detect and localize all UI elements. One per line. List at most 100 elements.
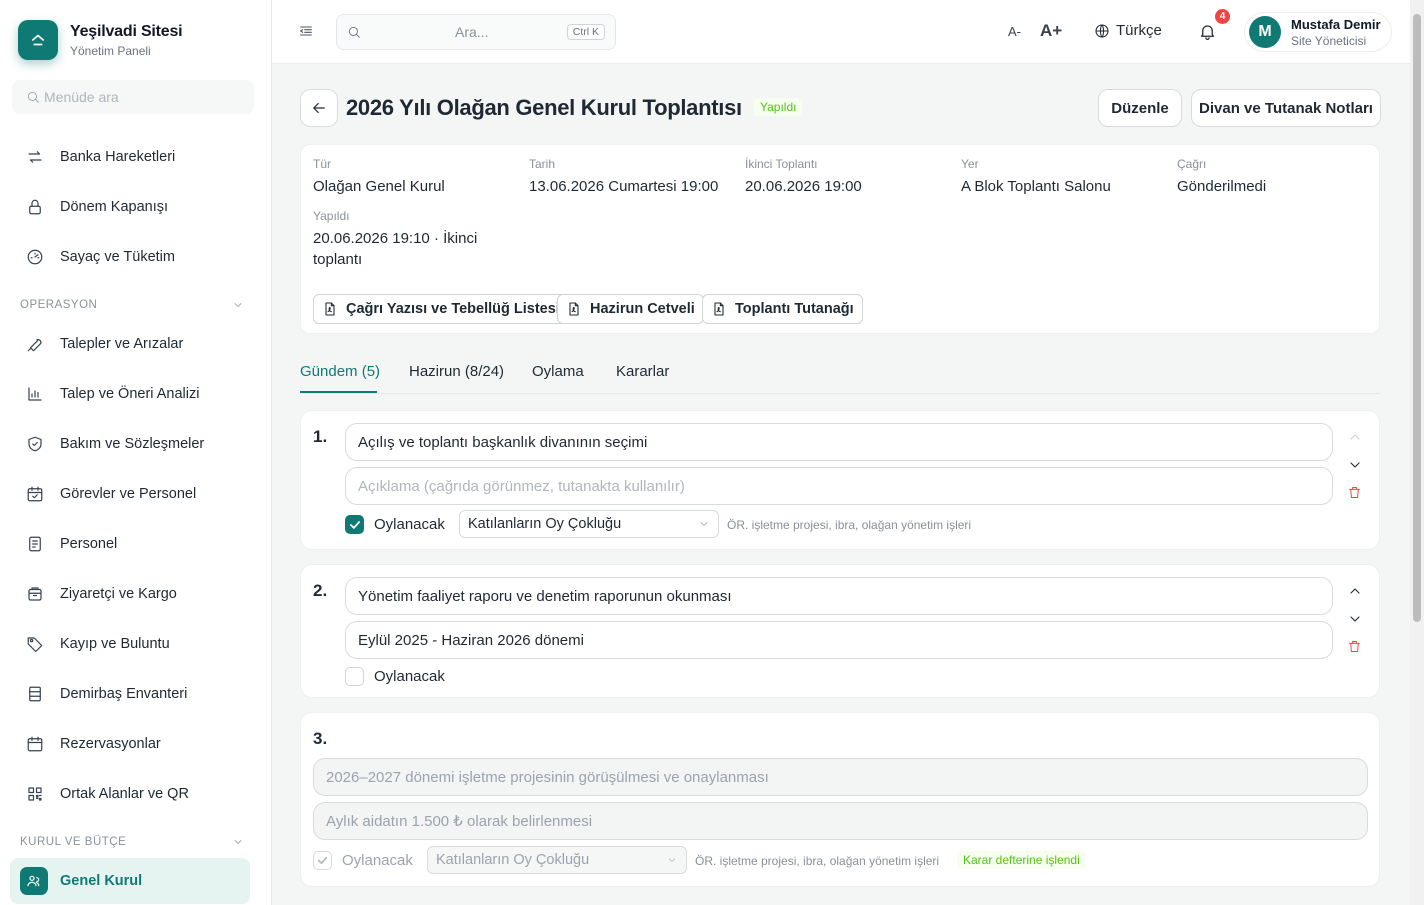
- notification-badge: 4: [1215, 9, 1230, 24]
- tag-icon: [27, 637, 43, 653]
- move-up-button[interactable]: [1347, 429, 1363, 445]
- sidebar-item-rezervasyonlar[interactable]: Rezervasyonlar: [10, 724, 250, 764]
- agenda-number: 2.: [313, 581, 328, 600]
- lock-icon: [29, 199, 41, 215]
- back-button[interactable]: [300, 89, 338, 127]
- sidebar-item-donem-kapanisi[interactable]: Dönem Kapanışı: [10, 187, 250, 227]
- divan-notes-button[interactable]: Divan ve Tutanak Notları: [1191, 89, 1381, 127]
- bell-icon: [1200, 25, 1215, 40]
- id-badge-icon: [29, 536, 41, 552]
- people-icon: [20, 867, 48, 895]
- sidebar-item-label: Demirbaş Envanteri: [60, 686, 188, 702]
- chevron-down-icon: [700, 522, 708, 526]
- tab-gundem[interactable]: Gündem (5): [300, 363, 380, 380]
- majority-select[interactable]: Katılanların Oy Çokluğu: [459, 510, 719, 538]
- info-value: 20.06.2026 19:00: [745, 178, 862, 195]
- check-icon: [349, 520, 360, 529]
- chevron-down-icon: [1350, 462, 1360, 468]
- sidebar-item-gorevler-ve-personel[interactable]: Görevler ve Personel: [10, 474, 250, 514]
- pdf-file-icon: [569, 302, 579, 316]
- vote-checkbox[interactable]: Oylanacak: [345, 667, 445, 686]
- search-input[interactable]: Ara... Ctrl K: [336, 14, 616, 50]
- scrollbar-thumb[interactable]: [1413, 14, 1421, 622]
- attendance-list-doc-button[interactable]: Hazirun Cetveli: [557, 294, 704, 324]
- font-decrease-button[interactable]: A-: [1008, 24, 1021, 39]
- notifications-button[interactable]: [1198, 22, 1217, 41]
- agenda-item-locked: 3. 2026–2027 dönemi işletme projesinin g…: [300, 712, 1380, 887]
- calendar-icon: [27, 736, 43, 752]
- move-up-button[interactable]: [1347, 583, 1363, 599]
- language-label: Türkçe: [1116, 22, 1162, 39]
- info-label: Tür: [313, 157, 331, 171]
- agenda-description-input[interactable]: Eylül 2025 - Haziran 2026 dönemi: [345, 621, 1333, 659]
- menu-search-input[interactable]: Menüde ara: [12, 80, 254, 114]
- agenda-item: 2. Yönetim faaliyet raporu ve denetim ra…: [300, 564, 1380, 698]
- language-selector[interactable]: Türkçe: [1094, 22, 1162, 39]
- trash-icon: [1349, 487, 1360, 498]
- info-label: İkinci Toplantı: [745, 157, 818, 171]
- brand[interactable]: Yeşilvadi Sitesi Yönetim Paneli: [18, 20, 183, 60]
- sidebar-item-ortak-alanlar-ve-qr[interactable]: Ortak Alanlar ve QR: [10, 774, 250, 814]
- info-call: Çağrı Gönderilmedi: [1177, 157, 1266, 197]
- nav-section-kurul-ve-butce[interactable]: KURUL VE BÜTÇE: [20, 836, 244, 848]
- sidebar-item-label: Talep ve Öneri Analizi: [60, 386, 200, 402]
- info-place: Yer A Blok Toplantı Salonu: [961, 157, 1111, 197]
- agenda-description-input[interactable]: Açıklama (çağrıda görünmez, tutanakta ku…: [345, 467, 1333, 505]
- tab-kararlar[interactable]: Kararlar: [616, 363, 669, 380]
- sidebar-item-kayip-ve-buluntu[interactable]: Kayıp ve Buluntu: [10, 624, 250, 664]
- move-down-button[interactable]: [1347, 457, 1363, 473]
- sidebar-item-sayac-ve-tuketim[interactable]: Sayaç ve Tüketim: [10, 237, 250, 277]
- user-role: Site Yöneticisi: [1291, 33, 1367, 48]
- agenda-title-input: 2026–2027 dönemi işletme projesinin görü…: [313, 758, 1368, 796]
- delete-button[interactable]: [1347, 639, 1362, 654]
- vote-label: Oylanacak: [374, 516, 445, 533]
- meeting-minutes-doc-button[interactable]: Toplantı Tutanağı: [702, 294, 863, 324]
- tab-oylama[interactable]: Oylama: [532, 363, 584, 380]
- sidebar-item-genel-kurul[interactable]: Genel Kurul: [10, 858, 250, 904]
- sidebar-item-label: Rezervasyonlar: [60, 736, 161, 752]
- move-down-button[interactable]: [1347, 611, 1363, 627]
- edit-button[interactable]: Düzenle: [1098, 89, 1182, 127]
- info-label: Yapıldı: [313, 209, 350, 223]
- doc-button-label: Toplantı Tutanağı: [735, 301, 854, 317]
- search-icon: [348, 26, 360, 38]
- menu-fold-icon: [300, 26, 312, 36]
- delete-button[interactable]: [1347, 485, 1362, 500]
- majority-hint: ÖR. işletme projesi, ibra, olağan yöneti…: [727, 518, 972, 532]
- tabs: Gündem (5) Hazirun (8/24) Oylama Kararla…: [300, 358, 1380, 394]
- sidebar-item-demirbas-envanteri[interactable]: Demirbaş Envanteri: [10, 674, 250, 714]
- tab-hazirun[interactable]: Hazirun (8/24): [409, 363, 504, 380]
- info-date: Tarih 13.06.2026 Cumartesi 19:00: [529, 157, 718, 197]
- font-increase-button[interactable]: A+: [1040, 21, 1062, 41]
- user-menu[interactable]: M Mustafa Demir Site Yöneticisi: [1244, 12, 1392, 52]
- sidebar-item-label: Sayaç ve Tüketim: [60, 249, 175, 265]
- agenda-title-input[interactable]: Yönetim faaliyet raporu ve denetim rapor…: [345, 577, 1333, 615]
- page-scrollbar[interactable]: [1410, 0, 1424, 905]
- nav-section-operasyon[interactable]: OPERASYON: [20, 299, 244, 311]
- menu-search-placeholder: Menüde ara: [44, 89, 119, 105]
- vote-checkbox[interactable]: Oylanacak: [345, 515, 445, 534]
- sidebar-item-talepler-ve-arizalar[interactable]: Talepler ve Arızalar: [10, 324, 250, 364]
- pdf-file-icon: [325, 302, 335, 316]
- info-value: A Blok Toplantı Salonu: [961, 178, 1111, 195]
- checkbox-checked-disabled: [313, 851, 332, 870]
- sidebar-item-talep-ve-oneri-analizi[interactable]: Talep ve Öneri Analizi: [10, 374, 250, 414]
- sidebar-item-bakim-ve-sozlesmeler[interactable]: Bakım ve Sözleşmeler: [10, 424, 250, 464]
- sidebar-item-banka-hareketleri[interactable]: Banka Hareketleri: [10, 137, 250, 177]
- sidebar-item-personel[interactable]: Personel: [10, 524, 250, 564]
- majority-value: Katılanların Oy Çokluğu: [468, 516, 622, 532]
- arrow-left-icon: [313, 102, 325, 114]
- call-letter-doc-button[interactable]: Çağrı Yazısı ve Tebellüğ Listesi: [313, 294, 569, 324]
- agenda-title-input[interactable]: Açılış ve toplantı başkanlık divanının s…: [345, 423, 1333, 461]
- sidebar-item-ziyaretci-ve-kargo[interactable]: Ziyaretçi ve Kargo: [10, 574, 250, 614]
- calendar-check-icon: [27, 486, 43, 502]
- bar-chart-icon: [28, 387, 42, 401]
- checkbox-unchecked[interactable]: [345, 667, 364, 686]
- info-label: Çağrı: [1177, 157, 1207, 171]
- chevron-down-icon: [668, 858, 676, 862]
- info-second-meeting: İkinci Toplantı 20.06.2026 19:00: [745, 157, 862, 197]
- meeting-info-card: Tür Olağan Genel Kurul Tarih 13.06.2026 …: [300, 144, 1380, 334]
- checkbox-checked[interactable]: [345, 515, 364, 534]
- collapse-menu-button[interactable]: [298, 23, 314, 39]
- info-value: Gönderilmedi: [1177, 178, 1267, 195]
